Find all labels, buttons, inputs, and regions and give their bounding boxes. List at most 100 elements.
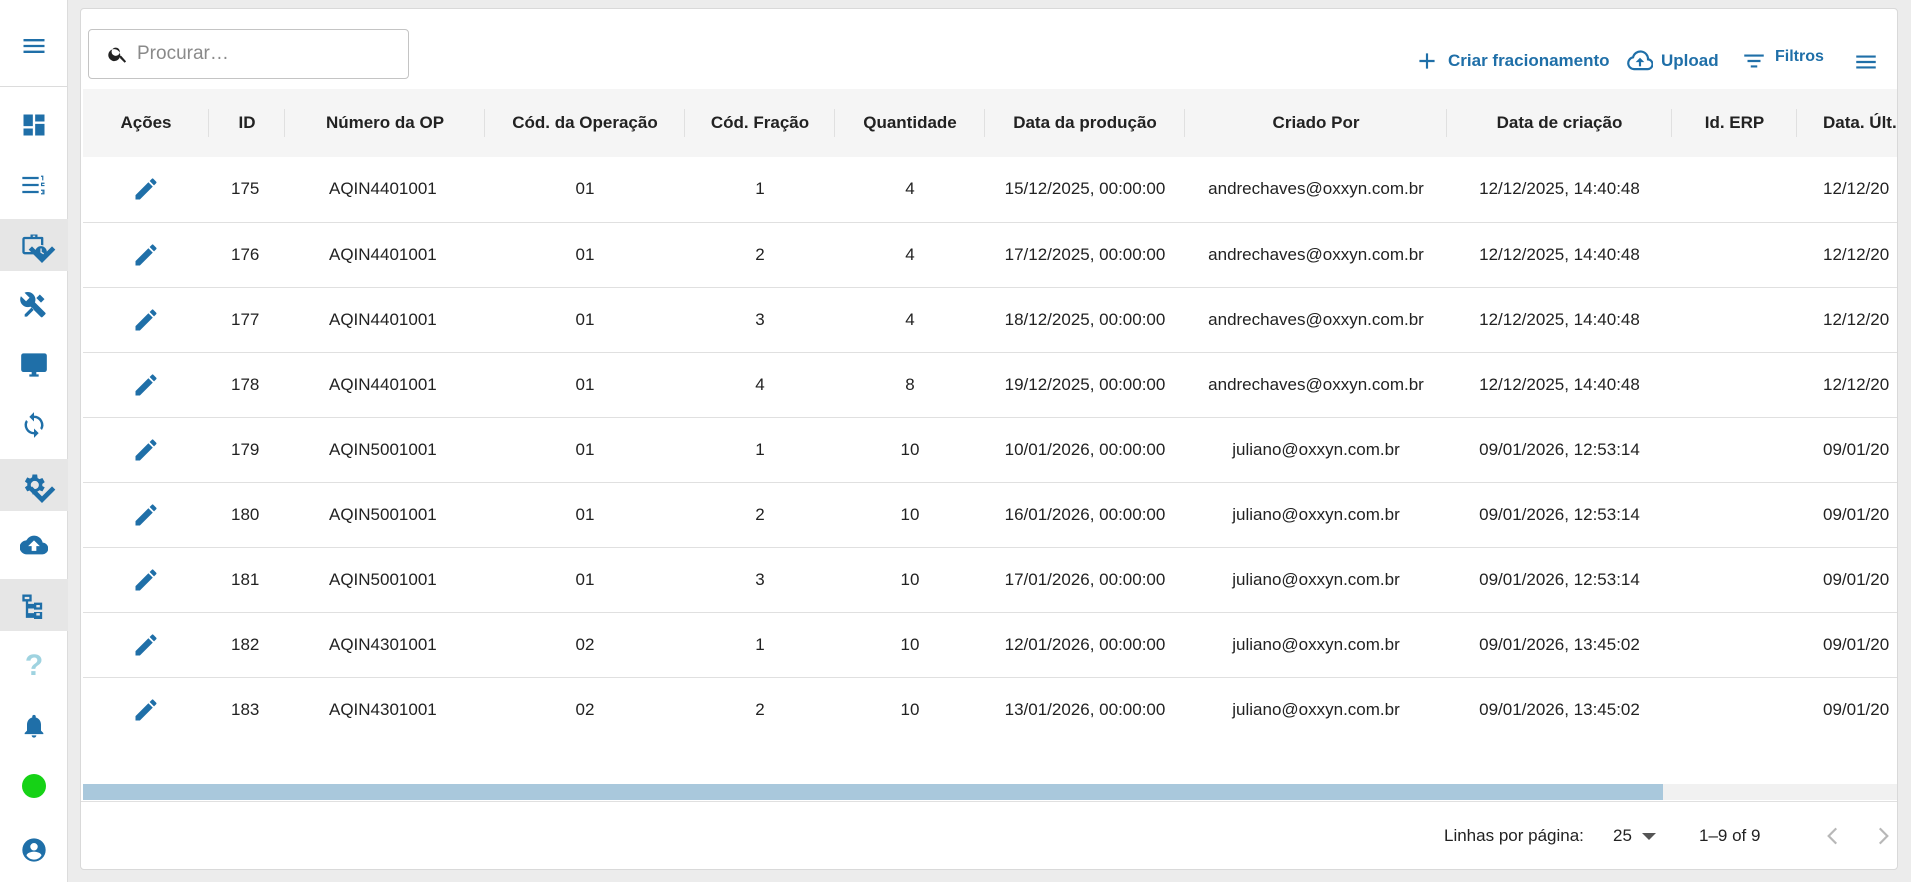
horizontal-scrollbar[interactable]: [83, 784, 1897, 800]
sidebar-item-dashboard[interactable]: [0, 99, 68, 151]
next-page-button[interactable]: [1867, 820, 1897, 852]
rows-per-page-select[interactable]: 25: [1613, 826, 1656, 846]
edit-icon[interactable]: [132, 436, 160, 464]
sidebar-item-upload[interactable]: [0, 519, 68, 571]
cloud-upload-icon: [1627, 50, 1653, 71]
chevron-down-icon: [28, 486, 56, 503]
sidebar-item-settings[interactable]: [0, 459, 68, 511]
previous-page-button[interactable]: [1817, 820, 1849, 852]
sidebar-item-notifications[interactable]: [0, 700, 68, 752]
table-row[interactable]: 177 AQIN4401001 01 3 4 18/12/2025, 00:00:00 an…: [83, 287, 1897, 353]
sidebar-item-monitor[interactable]: [0, 339, 68, 391]
cell-creation-date: 12/12/2025, 14:40:48: [1447, 287, 1672, 353]
cell-erp-id: [1672, 677, 1797, 729]
table-row[interactable]: 176 AQIN4401001 01 2 4 17/12/2025, 00:00:00 an…: [83, 222, 1897, 288]
edit-icon[interactable]: [132, 241, 160, 269]
column-header-production-date[interactable]: Data da produção: [985, 89, 1185, 157]
cell-erp-id: [1672, 482, 1797, 548]
scrollbar-thumb[interactable]: [83, 784, 1663, 800]
plus-icon: [1419, 53, 1435, 69]
edit-icon[interactable]: [132, 501, 160, 529]
sidebar-item-help[interactable]: ?: [0, 640, 68, 692]
cell-created-by: andrechaves@oxxyn.com.br: [1185, 352, 1447, 418]
column-header-creation-date[interactable]: Data de criação: [1447, 89, 1672, 157]
sidebar-item-status[interactable]: [0, 760, 68, 812]
cell-actions: [83, 677, 209, 729]
table-row[interactable]: 183 AQIN4301001 02 2 10 13/01/2026, 00:00:00 j…: [83, 677, 1897, 729]
upload-button[interactable]: Upload: [1627, 47, 1719, 75]
table-row[interactable]: 180 AQIN5001001 01 2 10 16/01/2026, 00:00:00 j…: [83, 482, 1897, 548]
cell-fraction-code: 3: [685, 287, 835, 353]
cell-creation-date: 12/12/2025, 14:40:48: [1447, 222, 1672, 288]
sidebar-item-structure[interactable]: [0, 579, 68, 631]
menu-icon: [23, 39, 45, 53]
tools-icon: [20, 292, 46, 318]
monitor-icon: [21, 353, 47, 377]
search-input[interactable]: [137, 43, 387, 65]
edit-icon[interactable]: [132, 566, 160, 594]
table-row[interactable]: 178 AQIN4401001 01 4 8 19/12/2025, 00:00:00 an…: [83, 352, 1897, 418]
cell-id: 183: [209, 677, 285, 729]
cell-actions: [83, 417, 209, 483]
column-header-created-by[interactable]: Criado Por: [1185, 89, 1447, 157]
sidebar-item-jobs[interactable]: [0, 219, 68, 271]
cell-fraction-code: 1: [685, 417, 835, 483]
filters-button[interactable]: Filtros: [1741, 47, 1824, 75]
edit-icon[interactable]: [132, 696, 160, 724]
sidebar-item-sync[interactable]: [0, 399, 68, 451]
cell-last-date: 12/12/20: [1797, 287, 1897, 353]
edit-icon[interactable]: [132, 371, 160, 399]
edit-icon[interactable]: [132, 175, 160, 203]
numbered-list-icon: [22, 175, 45, 195]
cell-fraction-code: 4: [685, 352, 835, 418]
cell-actions: [83, 287, 209, 353]
chevron-down-icon: [28, 246, 56, 263]
column-header-operation-code[interactable]: Cód. da Operação: [485, 89, 685, 157]
cell-fraction-code: 2: [685, 677, 835, 729]
cell-operation-code: 01: [485, 547, 685, 613]
column-header-fraction-code[interactable]: Cód. Fração: [685, 89, 835, 157]
chevron-left-icon: [1827, 827, 1838, 845]
rows-per-page-value: 25: [1613, 826, 1632, 845]
cloud-upload-icon: [20, 535, 48, 555]
sidebar-item-list[interactable]: [0, 159, 68, 211]
cell-created-by: juliano@oxxyn.com.br: [1185, 417, 1447, 483]
cell-erp-id: [1672, 612, 1797, 678]
cell-id: 178: [209, 352, 285, 418]
edit-icon[interactable]: [132, 306, 160, 334]
column-header-id[interactable]: ID: [209, 89, 285, 157]
cell-last-date: 09/01/20: [1797, 677, 1897, 729]
column-header-actions[interactable]: Ações: [83, 89, 209, 157]
cell-last-date: 09/01/20: [1797, 482, 1897, 548]
table-row[interactable]: 175 AQIN4401001 01 1 4 15/12/2025, 00:00:00 an…: [83, 157, 1897, 223]
column-header-erp-id[interactable]: Id. ERP: [1672, 89, 1797, 157]
column-header-quantity[interactable]: Quantidade: [835, 89, 985, 157]
cell-op-number: AQIN4301001: [285, 612, 485, 678]
help-icon: ?: [24, 649, 44, 682]
sidebar-divider: [0, 86, 68, 87]
cell-operation-code: 01: [485, 482, 685, 548]
cell-created-by: juliano@oxxyn.com.br: [1185, 482, 1447, 548]
sidebar-item-tools[interactable]: [0, 279, 68, 331]
search-box[interactable]: [88, 29, 409, 79]
cell-creation-date: 09/01/2026, 12:53:14: [1447, 417, 1672, 483]
cell-erp-id: [1672, 222, 1797, 288]
cell-id: 182: [209, 612, 285, 678]
cell-id: 176: [209, 222, 285, 288]
column-header-op-number[interactable]: Número da OP: [285, 89, 485, 157]
table-row[interactable]: 182 AQIN4301001 02 1 10 12/01/2026, 00:00:00 j…: [83, 612, 1897, 678]
cell-last-date: 12/12/20: [1797, 352, 1897, 418]
table-row[interactable]: 179 AQIN5001001 01 1 10 10/01/2026, 00:00:00 j…: [83, 417, 1897, 483]
edit-icon[interactable]: [132, 631, 160, 659]
upload-label: Upload: [1661, 51, 1719, 70]
menu-button[interactable]: [0, 20, 68, 72]
cell-created-by: juliano@oxxyn.com.br: [1185, 677, 1447, 729]
sidebar-item-account[interactable]: [0, 824, 68, 876]
table-row[interactable]: 181 AQIN5001001 01 3 10 17/01/2026, 00:00:00 j…: [83, 547, 1897, 613]
create-fraction-button[interactable]: Criar fracionamento: [1414, 47, 1610, 75]
cell-quantity: 8: [835, 352, 985, 418]
columns-menu-icon[interactable]: [1853, 49, 1879, 75]
cell-op-number: AQIN5001001: [285, 482, 485, 548]
column-header-last-date[interactable]: Data. Últ.: [1797, 89, 1897, 157]
cell-fraction-code: 1: [685, 157, 835, 223]
